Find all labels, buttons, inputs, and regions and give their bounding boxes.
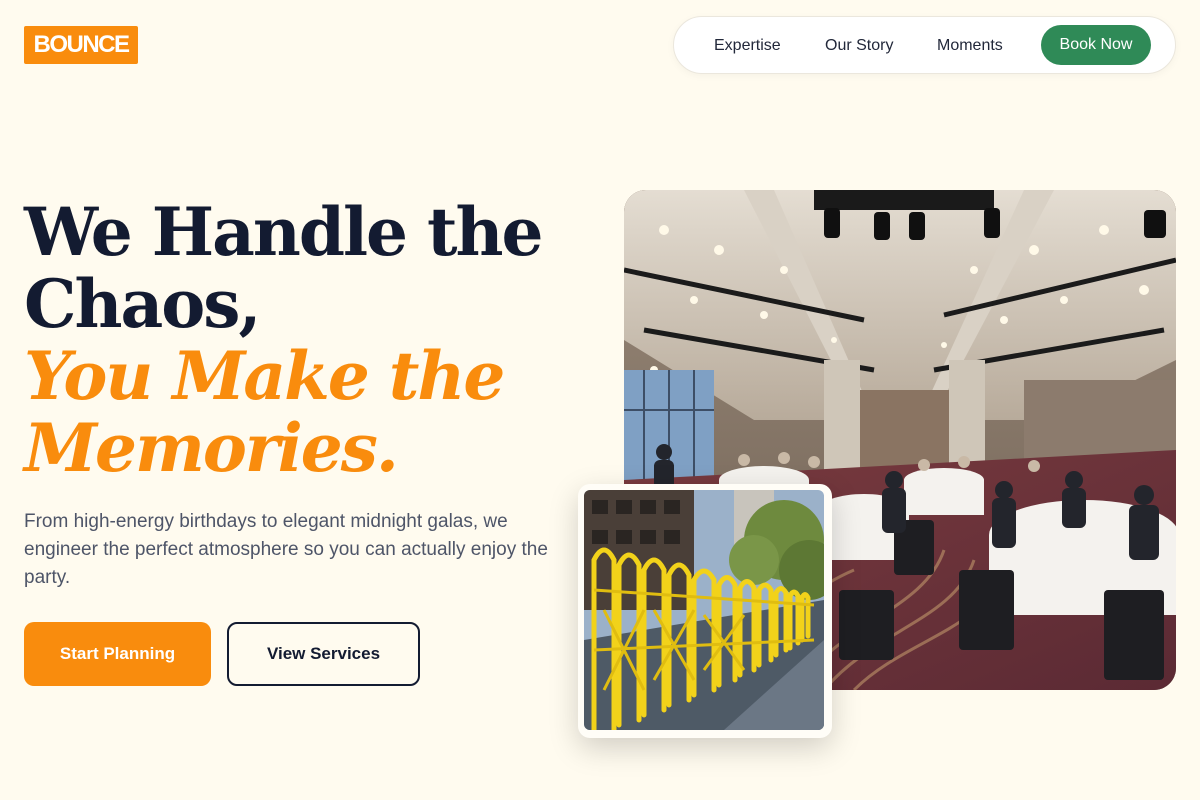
headline-accent-line-2: Memories. bbox=[24, 409, 399, 487]
inset-photo-card bbox=[578, 484, 832, 738]
nav-link-our-story[interactable]: Our Story bbox=[825, 17, 893, 75]
headline-accent-line-1: You Make the bbox=[24, 337, 505, 415]
nav-link-expertise[interactable]: Expertise bbox=[714, 17, 781, 75]
book-now-button[interactable]: Book Now bbox=[1041, 25, 1151, 65]
start-planning-button[interactable]: Start Planning bbox=[24, 622, 211, 686]
headline-line-2: Chaos, bbox=[24, 265, 261, 343]
main-nav: Expertise Our Story Moments Book Now bbox=[673, 16, 1176, 74]
hero-headline: We Handle the Chaos, You Make the Memori… bbox=[24, 193, 543, 487]
hero-subtext: From high-energy birthdays to elegant mi… bbox=[24, 511, 548, 588]
brand-logo[interactable]: BOUNCE bbox=[24, 26, 138, 64]
nav-link-moments[interactable]: Moments bbox=[937, 17, 1003, 75]
headline-line-1: We Handle the bbox=[24, 193, 543, 271]
view-services-button[interactable]: View Services bbox=[227, 622, 420, 686]
yellow-barrier-image bbox=[584, 490, 824, 730]
